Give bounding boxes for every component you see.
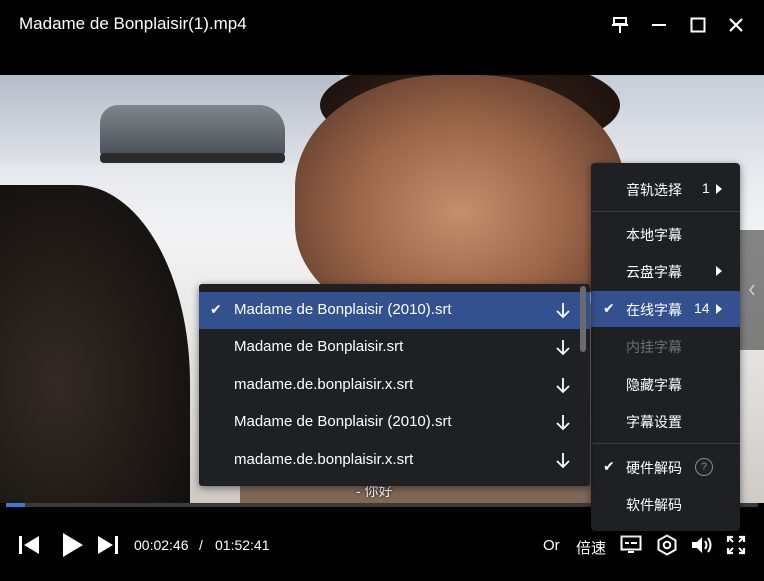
close-icon[interactable] <box>723 12 749 38</box>
menu-item-label: 硬件解码 <box>626 460 682 476</box>
subtitle-item-label: madame.de.bonplaisir.x.srt <box>234 451 414 468</box>
submenu-arrow-icon <box>716 184 722 194</box>
submenu-arrow-icon <box>716 304 722 314</box>
submenu-scrollbar[interactable] <box>580 286 586 352</box>
menu-item-label: 内挂字幕 <box>626 339 682 355</box>
menu-item-label: 字幕设置 <box>626 414 682 430</box>
current-time: 00:02:46 <box>134 537 189 553</box>
speed-button[interactable]: 倍速 <box>576 537 606 558</box>
window-title: Madame de Bonplaisir(1).mp4 <box>19 14 247 33</box>
menu-item-software-decode[interactable]: 软件解码 <box>591 486 740 522</box>
pin-icon[interactable] <box>607 12 633 38</box>
subtitle-item[interactable]: Madame de Bonplaisir (2010).srt <box>199 404 590 441</box>
submenu-arrow-icon <box>716 266 722 276</box>
menu-item-subtitle-settings[interactable]: 字幕设置 <box>591 403 740 439</box>
or-button[interactable]: Or <box>543 537 560 554</box>
minimize-icon[interactable] <box>646 12 672 38</box>
menu-item-online-subtitle[interactable]: ✔ 在线字幕 14 <box>591 291 740 327</box>
side-panel-handle[interactable] <box>740 230 764 350</box>
menu-item-hide-subtitle[interactable]: 隐藏字幕 <box>591 366 740 402</box>
download-icon[interactable] <box>553 300 573 320</box>
subtitle-settings-menu: 音轨选择 1 本地字幕 云盘字幕 ✔ 在线字幕 14 内挂字幕 隐藏字幕 字幕设… <box>591 163 740 531</box>
menu-item-label: 隐藏字幕 <box>626 377 682 393</box>
menu-item-embedded-subtitle: 内挂字幕 <box>591 328 740 364</box>
subtitle-item[interactable]: Madame de Bonplaisir.srt <box>199 329 590 366</box>
subtitle-item-label: Madame de Bonplaisir (2010).srt <box>234 301 452 318</box>
menu-item-local-subtitle[interactable]: 本地字幕 <box>591 216 740 252</box>
menu-item-label: 云盘字幕 <box>626 264 682 280</box>
check-icon: ✔ <box>210 301 222 317</box>
subtitle-item-label: madame.de.bonplaisir.x.srt <box>234 376 414 393</box>
download-icon[interactable] <box>553 337 573 357</box>
menu-item-label: 在线字幕 <box>626 302 682 318</box>
menu-item-cloud-subtitle[interactable]: 云盘字幕 <box>591 253 740 289</box>
help-icon[interactable]: ? <box>695 458 713 476</box>
subtitle-item[interactable]: madame.de.bonplaisir.x.srt <box>199 367 590 404</box>
download-icon[interactable] <box>553 412 573 432</box>
check-icon: ✔ <box>603 300 615 316</box>
menu-divider <box>591 443 740 444</box>
fullscreen-icon[interactable] <box>725 534 747 556</box>
menu-divider <box>591 211 740 212</box>
subtitle-item[interactable]: madame.de.bonplaisir.x.srt <box>199 442 590 479</box>
volume-icon[interactable] <box>690 534 714 556</box>
menu-item-hardware-decode[interactable]: ✔ 硬件解码 ? <box>591 449 740 485</box>
menu-item-audio-track[interactable]: 音轨选择 1 <box>591 171 740 207</box>
subtitle-item[interactable]: ✔ Madame de Bonplaisir (2010).srt <box>199 292 590 329</box>
online-subtitle-list: ✔ Madame de Bonplaisir (2010).srt Madame… <box>199 284 590 486</box>
time-separator: / <box>199 537 203 553</box>
video-foreground <box>0 185 190 503</box>
online-subtitle-count: 14 <box>694 300 710 316</box>
settings-icon[interactable] <box>656 534 678 556</box>
menu-item-label: 软件解码 <box>626 497 682 513</box>
previous-icon[interactable] <box>18 534 40 556</box>
total-time: 01:52:41 <box>215 537 270 553</box>
download-icon[interactable] <box>553 375 573 395</box>
next-icon[interactable] <box>97 534 119 556</box>
play-icon[interactable] <box>59 531 85 559</box>
subtitle-icon[interactable] <box>620 534 642 556</box>
menu-item-label: 音轨选择 <box>626 182 682 198</box>
maximize-icon[interactable] <box>685 12 711 38</box>
title-bar: Madame de Bonplaisir(1).mp4 <box>0 0 764 50</box>
audio-track-value: 1 <box>702 180 710 196</box>
menu-item-label: 本地字幕 <box>626 227 682 243</box>
video-car <box>100 105 285 163</box>
subtitle-item-label: Madame de Bonplaisir (2010).srt <box>234 413 452 430</box>
download-icon[interactable] <box>553 450 573 470</box>
check-icon: ✔ <box>603 458 615 474</box>
subtitle-item-label: Madame de Bonplaisir.srt <box>234 338 404 355</box>
